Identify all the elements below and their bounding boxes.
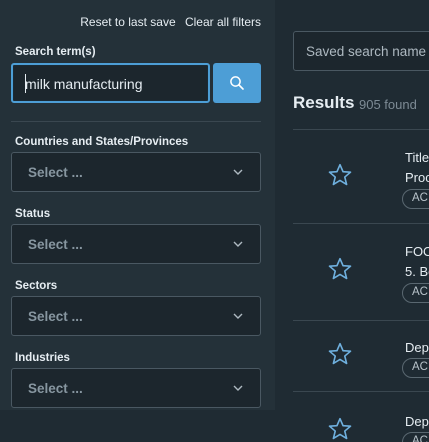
industries-select[interactable]: Select ... xyxy=(11,368,261,408)
chevron-down-icon xyxy=(233,313,243,319)
search-term-label: Search term(s) xyxy=(15,46,96,58)
result-title[interactable]: Dep xyxy=(405,340,429,355)
app-root: Reset to last save Clear all filters Sea… xyxy=(0,0,429,442)
result-row[interactable]: FOO 5. Bo AC xyxy=(293,224,429,320)
filter-actions: Reset to last save Clear all filters xyxy=(74,15,261,29)
sectors-label: Sectors xyxy=(15,280,58,292)
result-title[interactable]: FOO xyxy=(405,244,429,259)
status-badge: AC xyxy=(402,432,429,442)
star-icon[interactable] xyxy=(327,162,353,188)
star-icon[interactable] xyxy=(327,341,353,367)
sectors-select-placeholder: Select ... xyxy=(28,309,83,324)
search-icon xyxy=(230,76,244,90)
filter-divider xyxy=(11,121,261,122)
result-title[interactable]: Title xyxy=(405,150,429,165)
industries-select-placeholder: Select ... xyxy=(28,381,83,396)
reset-to-last-save-link[interactable]: Reset to last save xyxy=(80,15,175,29)
industries-label: Industries xyxy=(15,352,70,364)
status-select-placeholder: Select ... xyxy=(28,237,83,252)
countries-select-placeholder: Select ... xyxy=(28,165,83,180)
countries-label: Countries and States/Provinces xyxy=(15,136,189,148)
status-select[interactable]: Select ... xyxy=(11,224,261,264)
filter-panel: Reset to last save Clear all filters Sea… xyxy=(0,0,275,410)
result-row[interactable]: Dep AC xyxy=(293,321,429,391)
saved-search-placeholder: Saved search name xyxy=(306,44,427,59)
result-subtitle: Proc xyxy=(405,170,429,185)
saved-search-input[interactable]: Saved search name xyxy=(293,31,429,71)
results-count: 905 found xyxy=(359,97,417,112)
clear-all-filters-link[interactable]: Clear all filters xyxy=(185,15,261,29)
result-row[interactable]: Title Proc AC xyxy=(293,130,429,223)
search-input-value: milk manufacturing xyxy=(25,76,143,92)
status-badge: AC xyxy=(402,189,429,209)
star-icon[interactable] xyxy=(327,256,353,282)
search-input[interactable]: milk manufacturing xyxy=(11,63,210,103)
status-badge: AC xyxy=(402,358,429,378)
countries-select[interactable]: Select ... xyxy=(11,152,261,192)
sectors-select[interactable]: Select ... xyxy=(11,296,261,336)
chevron-down-icon xyxy=(233,385,243,391)
star-icon[interactable] xyxy=(327,416,353,442)
status-label: Status xyxy=(15,208,51,220)
status-badge: AC xyxy=(402,283,429,303)
result-title[interactable]: Dep xyxy=(405,414,429,429)
search-button[interactable] xyxy=(213,63,261,103)
result-row[interactable]: Dep AC xyxy=(293,392,429,442)
chevron-down-icon xyxy=(233,169,243,175)
results-title: Results xyxy=(293,93,355,112)
chevron-down-icon xyxy=(233,241,243,247)
result-subtitle: 5. Bo xyxy=(405,264,429,279)
